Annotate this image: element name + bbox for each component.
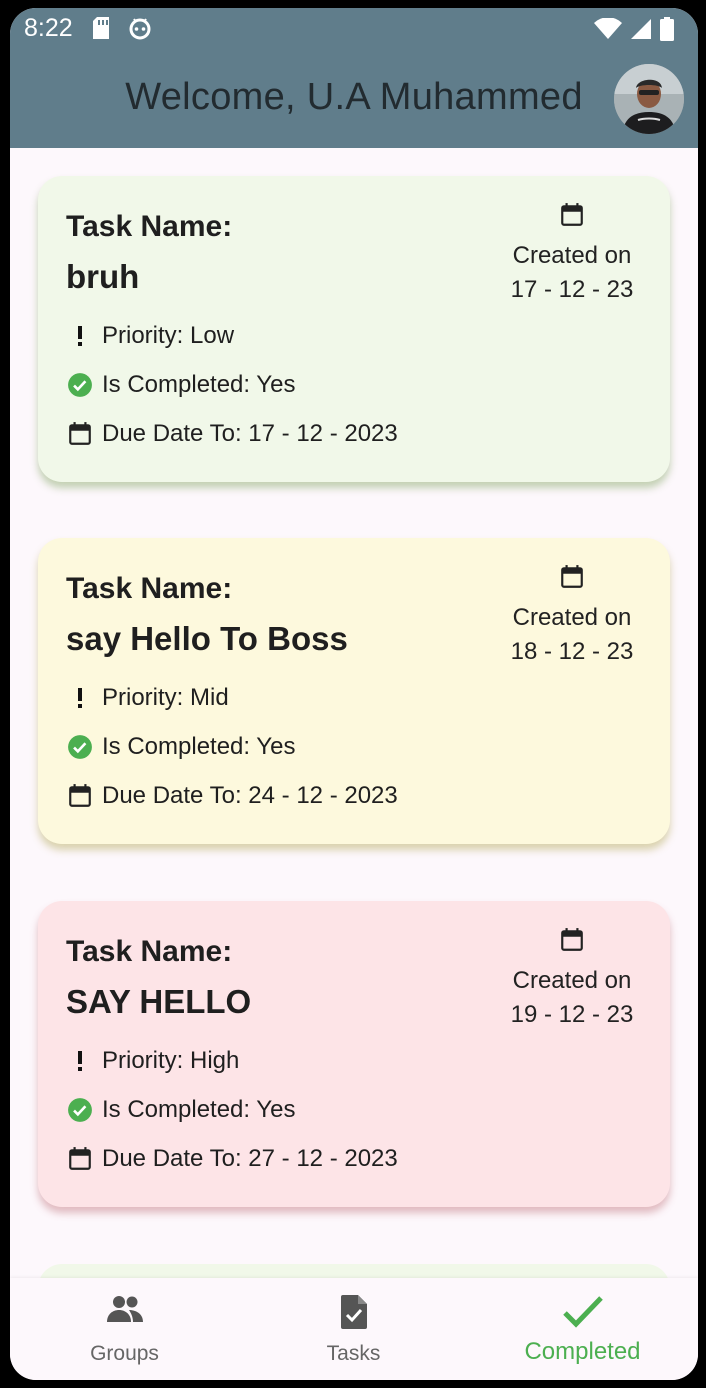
- status-time: 8:22: [24, 14, 73, 42]
- task-name: SAY HELLO: [66, 983, 252, 1020]
- nav-label: Tasks: [326, 1342, 381, 1365]
- created-on: Created on 17 - 12 - 23: [502, 202, 642, 307]
- status-left-icons: [92, 16, 152, 45]
- priority-text: Priority: Mid: [102, 684, 229, 711]
- priority-icon: [66, 1047, 94, 1075]
- avatar[interactable]: [614, 64, 684, 134]
- calendar-icon: [66, 782, 94, 810]
- calendar-icon: [66, 1145, 94, 1173]
- created-date: 19 - 12 - 23: [510, 1001, 634, 1028]
- android-face-icon: [128, 16, 152, 45]
- created-on: Created on 18 - 12 - 23: [502, 564, 642, 669]
- calendar-icon: [502, 927, 642, 958]
- task-card[interactable]: Task Name: say Hello To Boss Created on …: [38, 538, 670, 844]
- completed-text: Is Completed: Yes: [102, 733, 296, 760]
- created-date: 18 - 12 - 23: [510, 638, 634, 665]
- battery-icon: [660, 17, 674, 46]
- check-circle-icon: [66, 733, 94, 761]
- due-date-row: Due Date To: 27 - 12 - 2023: [66, 1145, 398, 1173]
- priority-icon: [66, 684, 94, 712]
- completed-row: Is Completed: Yes: [66, 733, 295, 761]
- nav-groups[interactable]: Groups: [10, 1278, 239, 1380]
- nav-label: Completed: [524, 1338, 641, 1365]
- check-icon: [468, 1294, 697, 1330]
- task-name-label: Task Name:: [66, 210, 233, 243]
- nav-label: Groups: [90, 1342, 159, 1365]
- priority-icon: [66, 322, 94, 350]
- task-card[interactable]: Task Name: bruh Created on 17 - 12 - 23 …: [38, 176, 670, 482]
- cell-signal-icon: [630, 18, 652, 45]
- completed-row: Is Completed: Yes: [66, 1096, 295, 1124]
- task-file-icon: [239, 1294, 468, 1330]
- priority-text: Priority: Low: [102, 322, 235, 349]
- wifi-icon: [594, 17, 622, 45]
- task-name-label: Task Name:: [66, 935, 233, 968]
- created-date: 17 - 12 - 23: [510, 276, 634, 303]
- completed-row: Is Completed: Yes: [66, 371, 295, 399]
- check-circle-icon: [66, 1096, 94, 1124]
- created-label: Created on: [512, 242, 632, 269]
- task-name-label: Task Name:: [66, 572, 233, 605]
- created-label: Created on: [512, 967, 632, 994]
- due-date-row: Due Date To: 17 - 12 - 2023: [66, 420, 398, 448]
- task-name: say Hello To Boss: [66, 620, 348, 657]
- created-label: Created on: [512, 604, 632, 631]
- completed-text: Is Completed: Yes: [102, 1096, 296, 1123]
- calendar-icon: [66, 420, 94, 448]
- due-date-text: Due Date To: 24 - 12 - 2023: [102, 782, 398, 809]
- sd-card-icon: [92, 16, 110, 45]
- created-on: Created on 19 - 12 - 23: [502, 927, 642, 1032]
- due-date-text: Due Date To: 27 - 12 - 2023: [102, 1145, 398, 1172]
- due-date-text: Due Date To: 17 - 12 - 2023: [102, 420, 398, 447]
- status-right-icons: [594, 17, 674, 46]
- nav-tasks[interactable]: Tasks: [239, 1278, 468, 1380]
- task-card[interactable]: Task Name: SAY HELLO Created on 19 - 12 …: [38, 901, 670, 1207]
- app-bar: 8:22 Welcome, U.A Muhammed: [10, 8, 698, 148]
- groups-icon: [10, 1294, 239, 1324]
- calendar-icon: [502, 202, 642, 233]
- check-circle-icon: [66, 371, 94, 399]
- welcome-title: Welcome, U.A Muhammed: [125, 76, 583, 118]
- completed-text: Is Completed: Yes: [102, 371, 296, 398]
- app-screen: 8:22 Welcome, U.A Muhammed Task Name: br…: [10, 8, 698, 1380]
- bottom-navigation: Groups Tasks Completed: [10, 1278, 698, 1380]
- due-date-row: Due Date To: 24 - 12 - 2023: [66, 782, 398, 810]
- task-name: bruh: [66, 258, 140, 295]
- priority-row: Priority: Low: [66, 322, 234, 350]
- priority-row: Priority: High: [66, 1047, 239, 1075]
- priority-row: Priority: Mid: [66, 684, 229, 712]
- calendar-icon: [502, 564, 642, 595]
- nav-completed[interactable]: Completed: [468, 1278, 697, 1380]
- priority-text: Priority: High: [102, 1047, 240, 1074]
